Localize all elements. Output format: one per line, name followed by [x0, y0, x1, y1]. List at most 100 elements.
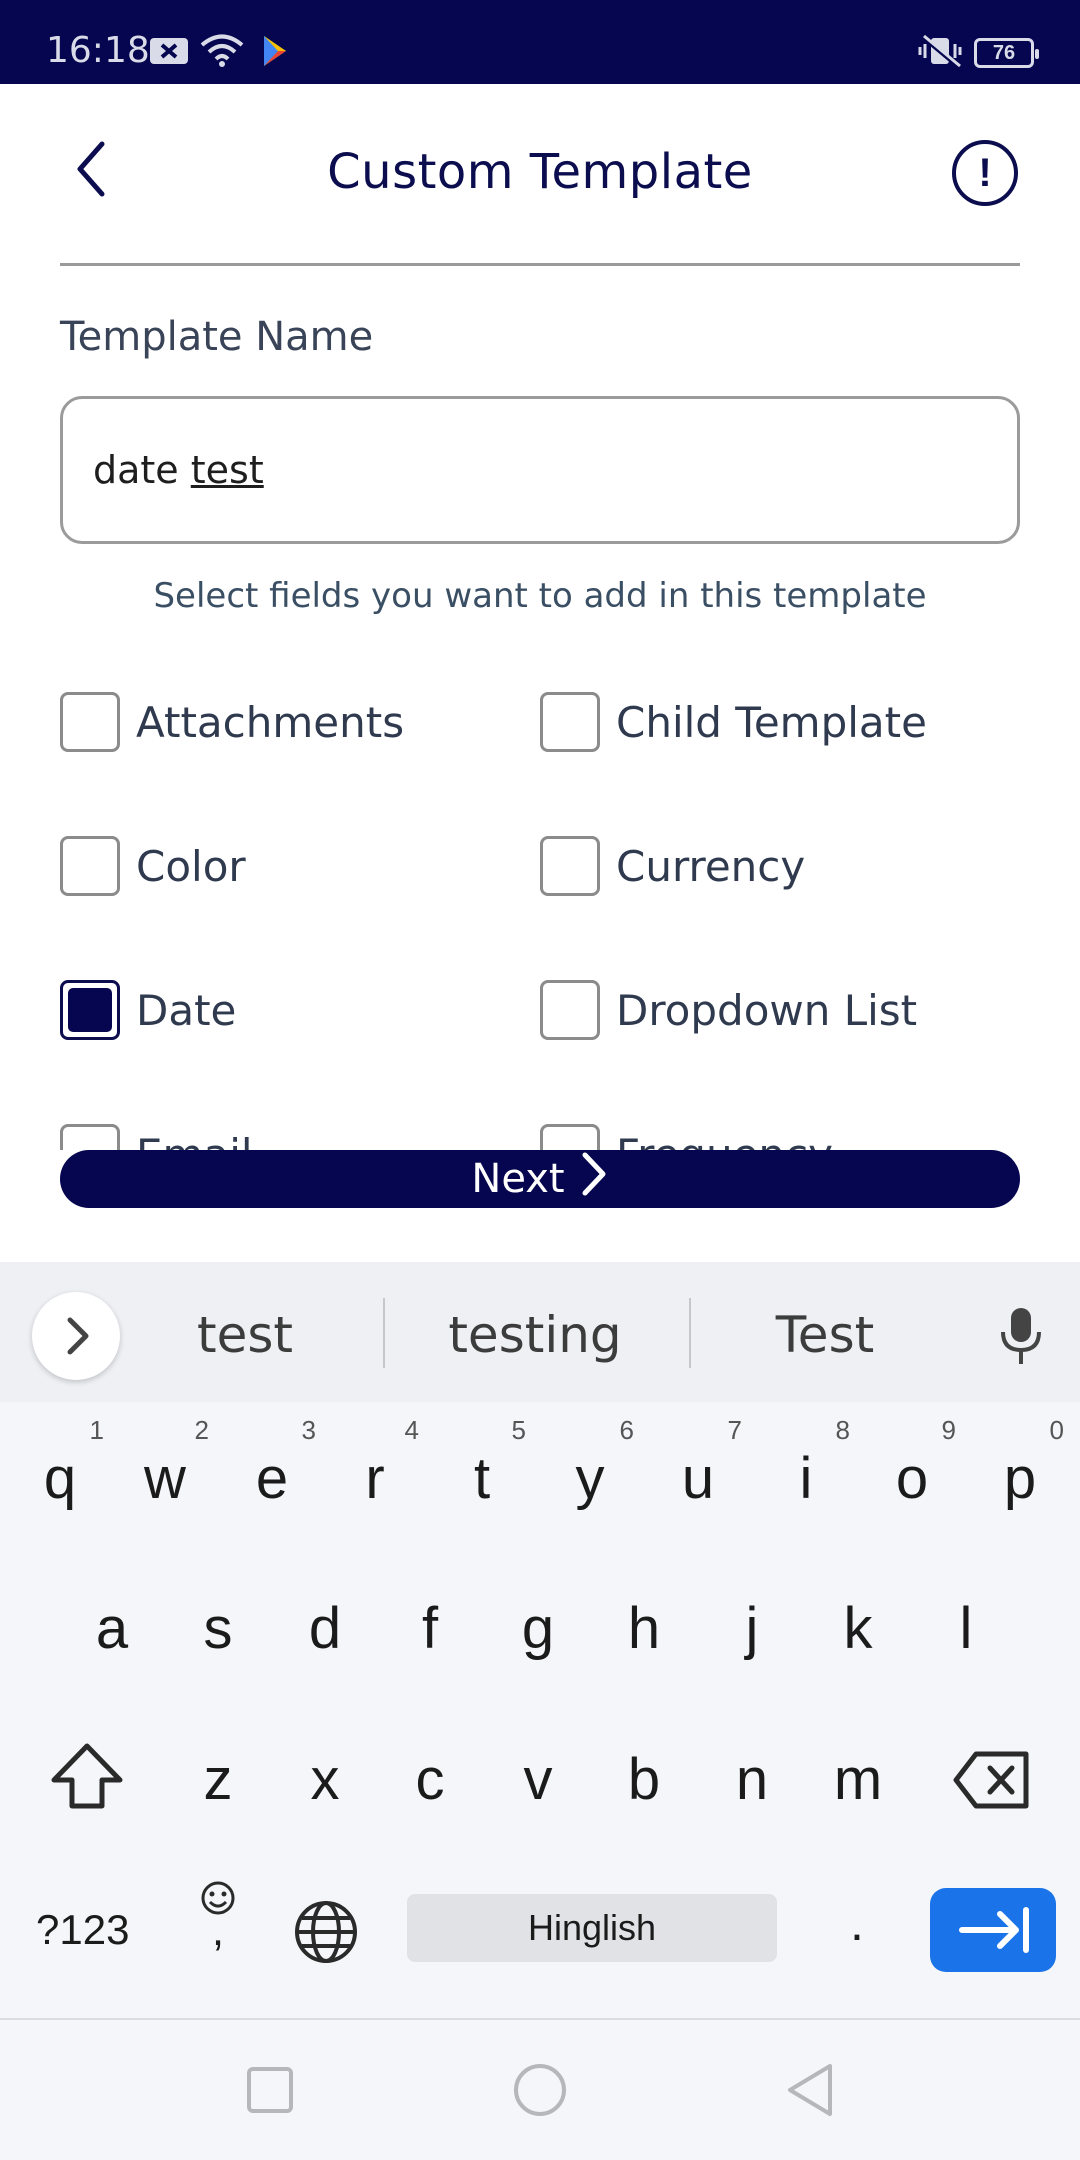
next-button[interactable]: Next: [60, 1150, 1020, 1208]
field-option-label: Color: [136, 841, 246, 891]
key-n[interactable]: n: [702, 1746, 802, 1813]
key-label: e: [255, 1446, 289, 1511]
language-key[interactable]: [292, 1898, 360, 1971]
next-button-label: Next: [471, 1156, 565, 1202]
comma-label: ,: [211, 1906, 225, 1955]
shift-key[interactable]: [48, 1740, 126, 1817]
suggestion-bar: test testing Test: [0, 1262, 1080, 1402]
key-u[interactable]: u7: [648, 1415, 748, 1512]
field-option-label: Dropdown List: [616, 985, 918, 1035]
key-d[interactable]: d: [275, 1595, 375, 1662]
field-option-frequency[interactable]: Frequency: [540, 1122, 833, 1150]
backspace-key[interactable]: [952, 1750, 1030, 1815]
key-t[interactable]: t5: [432, 1415, 532, 1512]
field-option-attachments[interactable]: Attachments: [60, 690, 404, 754]
key-r[interactable]: r4: [325, 1415, 425, 1512]
checkbox[interactable]: [540, 980, 600, 1040]
suggestion-2[interactable]: testing: [425, 1306, 645, 1364]
key-w[interactable]: w2: [115, 1415, 215, 1512]
key-p[interactable]: p0: [970, 1415, 1070, 1512]
checkbox[interactable]: [60, 692, 120, 752]
key-z[interactable]: z: [168, 1746, 268, 1813]
key-s[interactable]: s: [168, 1595, 268, 1662]
key-label: u: [681, 1446, 715, 1511]
soft-keyboard: test testing Test q1 w2 e3 r4 t5 y6 u7 i…: [0, 1262, 1080, 2018]
checkbox[interactable]: [60, 1124, 120, 1150]
key-l[interactable]: l: [916, 1595, 1016, 1662]
key-k[interactable]: k: [808, 1595, 908, 1662]
suggestion-3[interactable]: Test: [740, 1306, 910, 1364]
key-hint: 1: [89, 1415, 104, 1445]
period-key[interactable]: .: [850, 1894, 864, 1952]
key-hint: 6: [619, 1415, 634, 1445]
key-e[interactable]: e3: [222, 1415, 322, 1512]
recents-button[interactable]: [246, 2066, 294, 2119]
triangle-back-icon: [788, 2064, 832, 2116]
info-button[interactable]: !: [952, 140, 1018, 206]
field-option-date[interactable]: Date: [60, 978, 236, 1042]
vibrate-icon: [918, 34, 962, 73]
key-y[interactable]: y6: [540, 1415, 640, 1512]
field-option-label: Attachments: [136, 697, 405, 747]
key-c[interactable]: c: [380, 1746, 480, 1813]
checkbox[interactable]: [540, 692, 600, 752]
field-option-email[interactable]: Email: [60, 1122, 253, 1150]
key-f[interactable]: f: [380, 1595, 480, 1662]
field-option-label: Child Template: [616, 697, 927, 747]
key-label: o: [895, 1446, 929, 1511]
symbols-key[interactable]: ?123: [36, 1906, 129, 1954]
key-m[interactable]: m: [808, 1746, 908, 1813]
system-navigation-bar: [0, 2018, 1080, 2160]
key-v[interactable]: v: [488, 1746, 588, 1813]
battery-icon: 76: [974, 38, 1039, 68]
info-icon: !: [978, 151, 992, 195]
key-g[interactable]: g: [488, 1595, 588, 1662]
field-option-color[interactable]: Color: [60, 834, 246, 898]
key-a[interactable]: a: [62, 1595, 162, 1662]
space-key[interactable]: Hinglish: [407, 1894, 777, 1962]
key-h[interactable]: h: [594, 1595, 694, 1662]
enter-key[interactable]: [930, 1888, 1056, 1972]
field-option-dropdown-list[interactable]: Dropdown List: [540, 978, 917, 1042]
field-option-label: Currency: [616, 841, 806, 891]
checkbox-checked[interactable]: [60, 980, 120, 1040]
chevron-right-icon: [67, 1317, 89, 1355]
key-j[interactable]: j: [702, 1595, 802, 1662]
expand-toolbar-button[interactable]: [32, 1292, 120, 1380]
key-hint: 0: [1049, 1415, 1064, 1445]
checkbox[interactable]: [60, 836, 120, 896]
field-option-currency[interactable]: Currency: [540, 834, 805, 898]
key-hint: 9: [941, 1415, 956, 1445]
app-header: Custom Template !: [0, 84, 1080, 266]
key-label: r: [365, 1446, 385, 1511]
checkbox[interactable]: [540, 1124, 600, 1150]
key-o[interactable]: o9: [862, 1415, 962, 1512]
field-option-label: Frequency: [616, 1130, 833, 1151]
checkbox[interactable]: [540, 836, 600, 896]
back-nav-button[interactable]: [784, 2062, 836, 2123]
key-q[interactable]: q1: [10, 1415, 110, 1512]
microphone-icon[interactable]: [996, 1306, 1046, 1371]
key-i[interactable]: i8: [756, 1415, 856, 1512]
field-option-child-template[interactable]: Child Template: [540, 690, 927, 754]
shift-icon: [51, 1743, 123, 1809]
emoji-comma-key[interactable]: ,: [196, 1880, 240, 1955]
next-field-icon: [959, 1907, 1029, 1953]
template-name-composing-text: test: [190, 448, 264, 492]
template-name-input[interactable]: date test: [60, 396, 1020, 544]
wifi-icon: [200, 34, 244, 73]
key-label: w: [144, 1446, 186, 1511]
status-bar: 16:18 76: [0, 0, 1080, 84]
key-label: q: [43, 1446, 77, 1511]
suggestion-divider: [689, 1298, 691, 1368]
key-hint: 2: [194, 1415, 209, 1445]
key-x[interactable]: x: [275, 1746, 375, 1813]
key-b[interactable]: b: [594, 1746, 694, 1813]
page-title: Custom Template: [327, 144, 753, 200]
suggestion-1[interactable]: test: [160, 1306, 330, 1364]
key-label: i: [799, 1446, 813, 1511]
status-time: 16:18: [46, 30, 150, 71]
key-hint: 5: [511, 1415, 526, 1445]
home-button[interactable]: [512, 2062, 568, 2123]
key-label: y: [575, 1446, 605, 1511]
